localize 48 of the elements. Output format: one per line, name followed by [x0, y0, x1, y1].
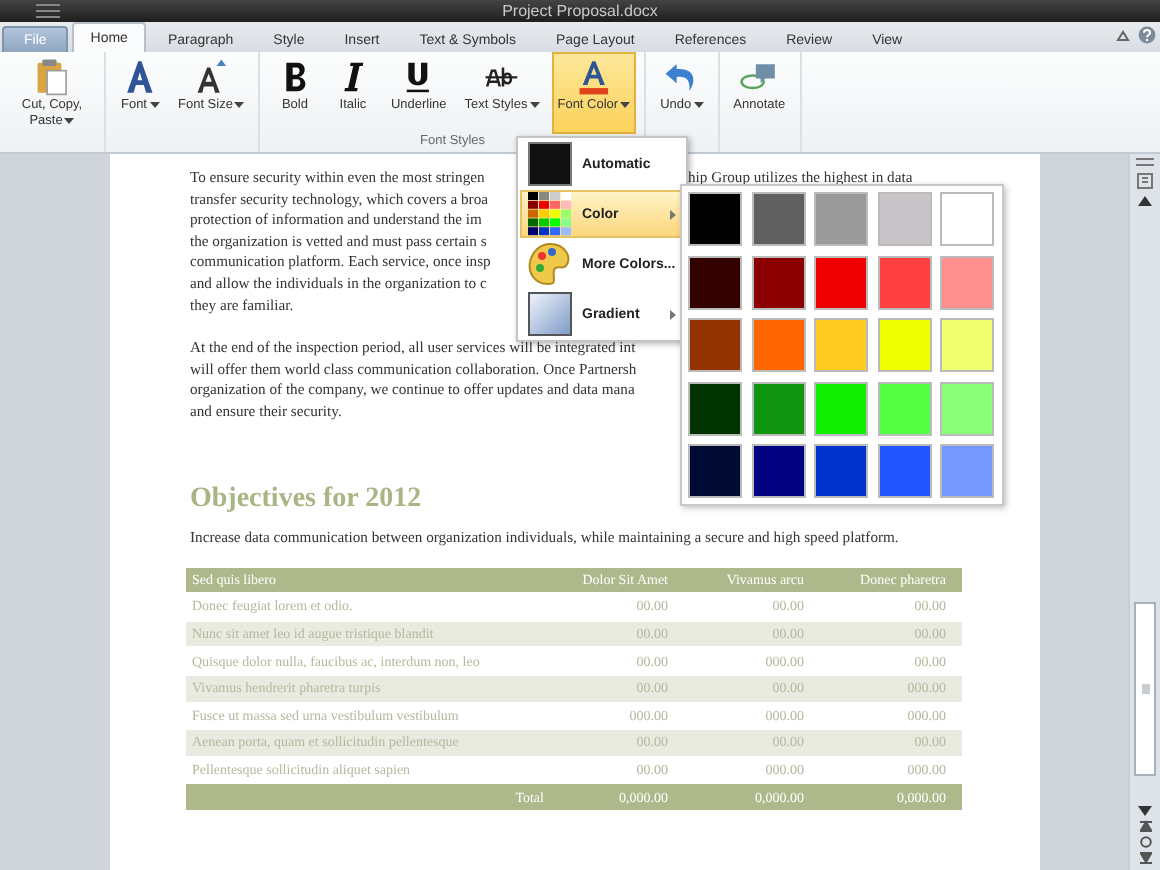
color-swatch[interactable]	[814, 255, 869, 310]
color-swatch[interactable]	[877, 444, 932, 499]
color-swatch[interactable]	[940, 318, 995, 373]
clipboard-icon	[36, 58, 68, 96]
color-swatch[interactable]	[877, 192, 932, 246]
color-swatch[interactable]	[877, 255, 932, 310]
automatic-swatch-icon	[528, 142, 572, 186]
letter-a-icon	[124, 58, 156, 96]
color-swatch[interactable]	[688, 318, 742, 373]
color-swatch[interactable]	[751, 192, 806, 246]
grip-icon	[1141, 684, 1149, 694]
font-size-icon	[195, 58, 228, 96]
color-swatch[interactable]	[940, 255, 995, 310]
browse-object-icon[interactable]	[1139, 836, 1151, 848]
previous-page-icon[interactable]	[1139, 820, 1151, 832]
gradient-swatch-icon	[528, 292, 572, 336]
color-grid-icon	[528, 192, 572, 236]
color-swatch[interactable]	[814, 444, 869, 499]
underline-icon	[402, 58, 435, 96]
color-swatch[interactable]	[751, 381, 806, 436]
next-page-icon[interactable]	[1139, 852, 1151, 864]
menu-icon[interactable]	[36, 4, 60, 18]
color-swatch[interactable]	[814, 381, 869, 436]
font-color-icon	[578, 58, 610, 96]
minimize-ribbon-icon[interactable]	[1116, 29, 1130, 41]
scroll-up-icon[interactable]	[1138, 196, 1152, 206]
color-swatch[interactable]	[877, 381, 932, 436]
color-swatch[interactable]	[688, 192, 742, 246]
color-swatch[interactable]	[688, 255, 742, 310]
color-swatch[interactable]	[940, 192, 995, 246]
section-heading: Objectives for 2012	[190, 483, 422, 516]
color-swatch[interactable]	[688, 444, 742, 499]
scroll-down-icon[interactable]	[1138, 806, 1152, 816]
help-icon[interactable]	[1138, 26, 1156, 44]
color-swatch[interactable]	[751, 318, 806, 373]
color-swatch[interactable]	[751, 255, 806, 310]
color-swatch[interactable]	[814, 318, 869, 373]
color-swatch[interactable]	[940, 381, 995, 436]
color-swatch[interactable]	[751, 444, 806, 499]
color-swatch[interactable]	[814, 192, 869, 246]
paint-palette-icon	[528, 242, 572, 286]
split-handle-icon[interactable]	[1136, 158, 1154, 166]
scroll-thumb[interactable]	[1134, 602, 1156, 776]
window-title: Project Proposal.docx	[502, 0, 658, 22]
color-swatch[interactable]	[688, 381, 742, 436]
color-swatch[interactable]	[940, 444, 995, 499]
ruler-toggle-icon[interactable]	[1136, 172, 1154, 190]
color-swatch[interactable]	[877, 318, 932, 373]
